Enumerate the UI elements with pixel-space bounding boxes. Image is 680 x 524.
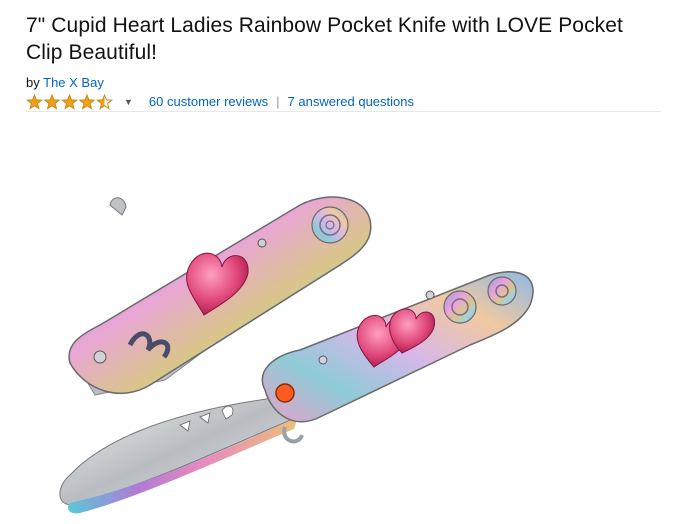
answered-questions-link[interactable]: 7 answered questions bbox=[288, 94, 414, 109]
byline-prefix: by bbox=[26, 75, 40, 90]
customer-reviews-link[interactable]: 60 customer reviews bbox=[149, 94, 268, 109]
brand-link[interactable]: The X Bay bbox=[43, 75, 104, 90]
byline: by The X Bay bbox=[26, 75, 660, 90]
product-title: 7" Cupid Heart Ladies Rainbow Pocket Kni… bbox=[26, 14, 623, 64]
star-icon bbox=[96, 93, 113, 110]
star-icons bbox=[26, 93, 113, 110]
rating-row: ▼ 60 customer reviews | 7 answered quest… bbox=[26, 93, 661, 112]
product-page: 7" Cupid Heart Ladies Rainbow Pocket Kni… bbox=[0, 0, 680, 524]
separator: | bbox=[276, 94, 280, 109]
star-icon bbox=[43, 93, 61, 110]
product-image[interactable] bbox=[40, 185, 560, 520]
caret-down-icon[interactable]: ▼ bbox=[124, 97, 133, 107]
star-icon bbox=[78, 93, 96, 110]
star-icon bbox=[26, 93, 43, 110]
star-rating[interactable] bbox=[26, 93, 116, 110]
star-icon bbox=[61, 93, 78, 110]
